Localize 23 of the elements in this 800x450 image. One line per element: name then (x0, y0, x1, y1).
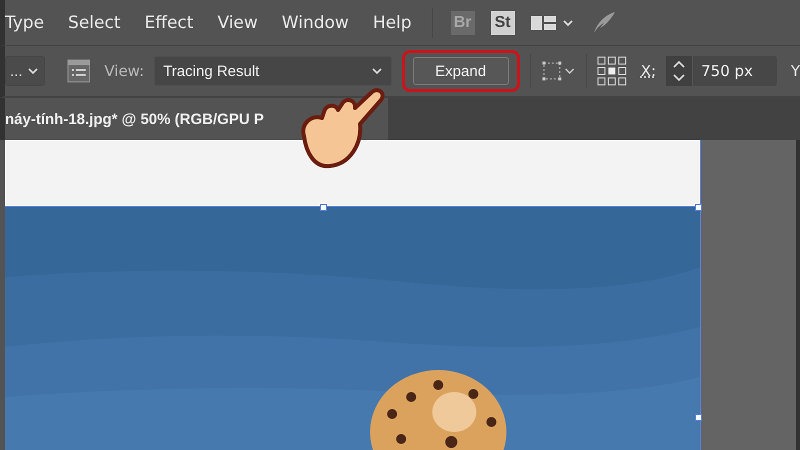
x-label: X: (640, 62, 656, 80)
menu-item[interactable]: Effect (144, 12, 208, 32)
selection-handle[interactable] (320, 204, 327, 211)
view-dropdown[interactable]: Tracing Result (154, 56, 392, 86)
stepper-icon[interactable] (666, 56, 694, 86)
list-icon[interactable] (66, 59, 90, 83)
y-label: Y (790, 62, 800, 80)
chevron-down-icon (370, 67, 383, 75)
chevron-down-icon (26, 67, 39, 75)
preset-dropdown[interactable]: ... (5, 56, 45, 86)
artboard-select-icon[interactable] (540, 60, 576, 82)
menu-item[interactable]: Window (282, 12, 363, 32)
selection-handle[interactable] (695, 414, 702, 421)
menu-item[interactable]: View (217, 12, 272, 32)
reference-point-icon[interactable] (597, 56, 627, 86)
x-position-field[interactable]: 750 px (666, 56, 777, 86)
menu-item[interactable]: Select (68, 12, 134, 32)
app-icon[interactable]: St (490, 10, 515, 34)
view-label: View: (104, 62, 144, 80)
selection-handle[interactable] (695, 204, 702, 211)
expand-button[interactable]: Expand (412, 57, 509, 85)
menu-item[interactable]: Type (5, 12, 58, 32)
menu-item[interactable]: Help (372, 12, 426, 32)
